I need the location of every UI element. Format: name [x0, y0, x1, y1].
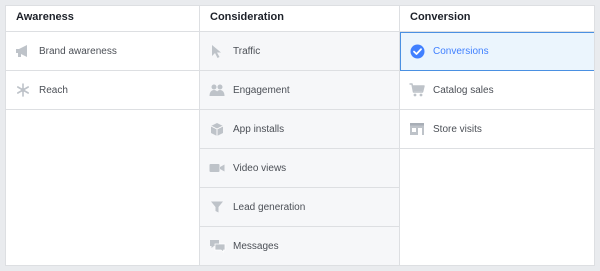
video-camera-icon [208, 159, 226, 177]
option-label: Catalog sales [433, 84, 494, 96]
option-label: Store visits [433, 123, 482, 135]
option-reach[interactable]: Reach [6, 71, 199, 110]
option-label: App installs [233, 123, 285, 135]
option-catalog-sales[interactable]: Catalog sales [400, 71, 594, 110]
consideration-column: Consideration Traffic Engagement App ins… [200, 6, 400, 265]
option-video-views[interactable]: Video views [200, 149, 399, 188]
option-label: Messages [233, 240, 279, 252]
option-traffic[interactable]: Traffic [200, 32, 399, 71]
objective-picker: Awareness Brand awareness Reach Consider… [5, 5, 595, 266]
option-label: Reach [39, 84, 68, 96]
store-icon [408, 120, 426, 138]
option-messages[interactable]: Messages [200, 227, 399, 265]
shopping-cart-icon [408, 81, 426, 99]
option-label: Conversions [433, 46, 489, 57]
option-label: Engagement [233, 84, 290, 96]
people-icon [208, 81, 226, 99]
option-lead-generation[interactable]: Lead generation [200, 188, 399, 227]
awareness-column: Awareness Brand awareness Reach [6, 6, 200, 265]
option-app-installs[interactable]: App installs [200, 110, 399, 149]
option-label: Video views [233, 162, 287, 174]
checkmark-circle-icon [408, 43, 426, 61]
consideration-header: Consideration [200, 6, 399, 32]
option-label: Lead generation [233, 201, 306, 213]
funnel-icon [208, 198, 226, 216]
option-label: Brand awareness [39, 45, 117, 57]
option-label: Traffic [233, 45, 261, 57]
box-icon [208, 120, 226, 138]
option-engagement[interactable]: Engagement [200, 71, 399, 110]
conversion-header: Conversion [400, 6, 594, 32]
cursor-icon [208, 42, 226, 60]
chat-bubbles-icon [208, 237, 226, 255]
snowflake-icon [14, 81, 32, 99]
option-store-visits[interactable]: Store visits [400, 110, 594, 149]
conversion-column: Conversion Conversions Catalog sales Sto… [400, 6, 594, 265]
awareness-header: Awareness [6, 6, 199, 32]
option-brand-awareness[interactable]: Brand awareness [6, 32, 199, 71]
option-conversions[interactable]: Conversions [400, 32, 594, 71]
megaphone-icon [14, 42, 32, 60]
